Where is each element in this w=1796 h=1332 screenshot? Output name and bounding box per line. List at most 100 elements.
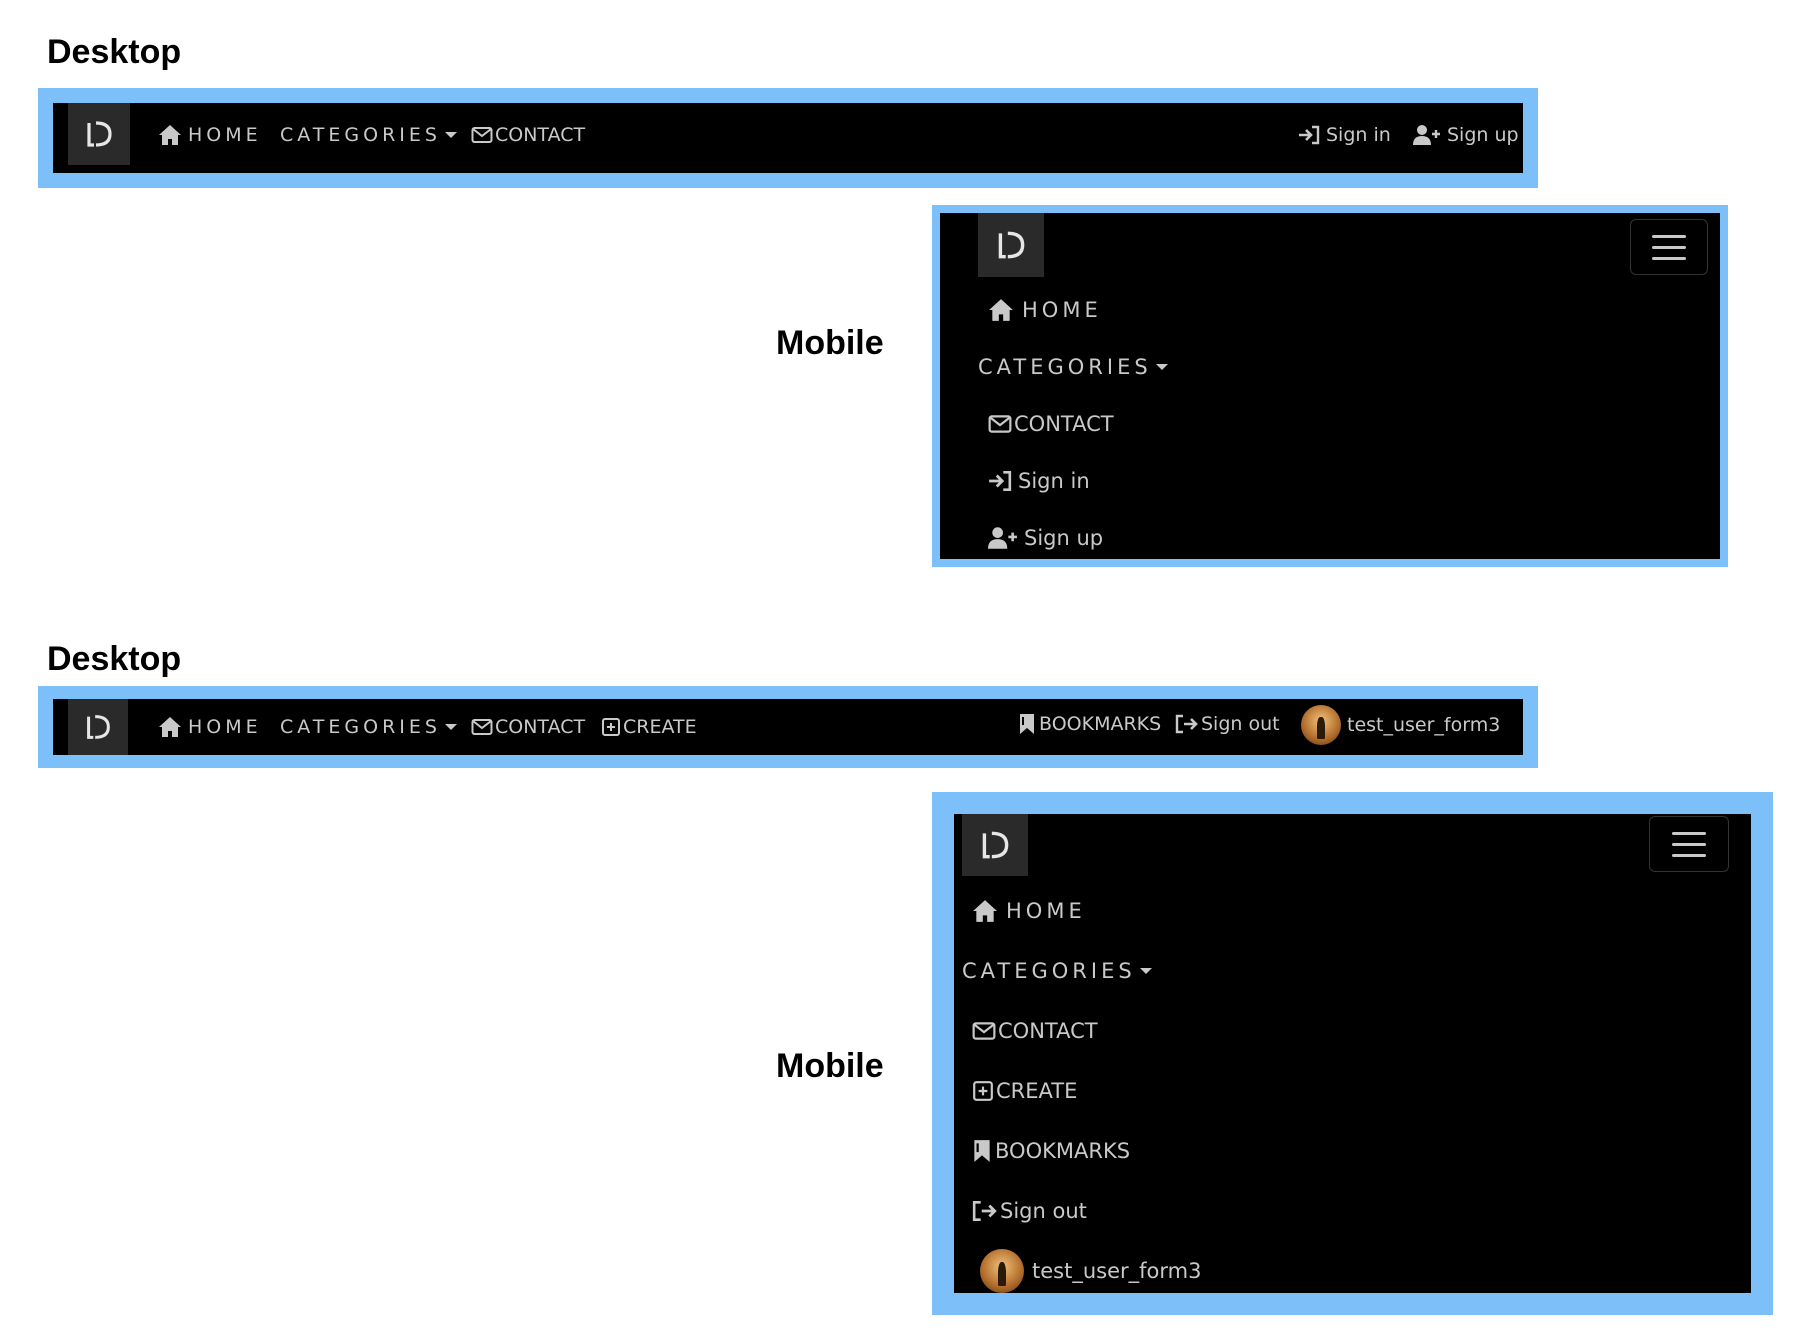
user-plus-icon [988, 527, 1017, 549]
mobile-user-frame: HOME CATEGORIES CONTACT CREATE BOOKMARKS… [932, 792, 1773, 1315]
hamburger-line [1672, 853, 1706, 857]
nav-contact[interactable]: CONTACT [471, 712, 585, 742]
hamburger-line [1652, 234, 1686, 238]
nav-categories-label: CATEGORIES [962, 959, 1136, 983]
envelope-icon [471, 719, 493, 735]
nav-contact-label: CONTACT [1014, 412, 1114, 436]
avatar [1301, 705, 1341, 745]
desktop-guest-navbar: HOME CATEGORIES CONTACT Sign in Sign up [53, 103, 1523, 173]
ld-logo-icon [982, 831, 1009, 859]
desktop-label-2: Desktop [47, 640, 182, 678]
nav-sign-up-label: Sign up [1024, 526, 1104, 550]
nav-home[interactable]: HOME [972, 894, 1086, 928]
desktop-guest-frame: HOME CATEGORIES CONTACT Sign in Sign up [38, 88, 1538, 188]
logo-button[interactable] [68, 699, 128, 755]
envelope-icon [988, 415, 1012, 433]
logo-button[interactable] [962, 814, 1028, 876]
hamburger-line [1652, 245, 1686, 249]
nav-contact[interactable]: CONTACT [988, 407, 1114, 441]
bookmark-icon [974, 1140, 990, 1162]
mobile-guest-navbar: HOME CATEGORIES CONTACT Sign in Sign up [940, 213, 1720, 559]
nav-sign-in[interactable]: Sign in [1298, 120, 1391, 150]
sign-in-icon [1299, 125, 1320, 145]
nav-sign-out-label: Sign out [1000, 1199, 1087, 1223]
nav-categories-dropdown[interactable]: CATEGORIES [280, 712, 457, 742]
envelope-icon [471, 127, 493, 143]
nav-sign-in-label: Sign in [1326, 124, 1391, 146]
nav-categories-label: CATEGORIES [280, 124, 441, 146]
mobile-label-1: Mobile [776, 324, 884, 362]
nav-username-label: test_user_form3 [1032, 1259, 1202, 1283]
home-icon [159, 717, 181, 737]
bookmark-icon [1020, 714, 1034, 734]
hamburger-line [1672, 842, 1706, 846]
nav-create[interactable]: CREATE [972, 1074, 1077, 1108]
nav-bookmarks[interactable]: BOOKMARKS [1018, 709, 1161, 739]
nav-create[interactable]: CREATE [601, 712, 697, 742]
nav-sign-up[interactable]: Sign up [1413, 120, 1519, 150]
home-icon [989, 299, 1013, 321]
envelope-icon [972, 1022, 996, 1040]
desktop-user-navbar: HOME CATEGORIES CONTACT CREATE BOOKMARKS… [53, 699, 1523, 755]
nav-sign-up[interactable]: Sign up [988, 521, 1103, 555]
hamburger-menu-button[interactable] [1649, 816, 1729, 872]
nav-home[interactable]: HOME [158, 120, 262, 150]
chevron-down-icon [1139, 968, 1152, 974]
home-icon [159, 125, 181, 145]
nav-home-label: HOME [1006, 899, 1086, 923]
nav-contact[interactable]: CONTACT [972, 1014, 1098, 1048]
nav-sign-in-label: Sign in [1018, 469, 1090, 493]
nav-sign-up-label: Sign up [1447, 124, 1519, 146]
nav-categories-label: CATEGORIES [280, 716, 441, 738]
logo-button[interactable] [68, 103, 130, 165]
nav-home-label: HOME [1022, 298, 1102, 322]
nav-contact-label: CONTACT [495, 124, 586, 146]
chevron-down-icon [444, 132, 457, 138]
nav-create-label: CREATE [623, 716, 697, 738]
hamburger-menu-button[interactable] [1630, 219, 1708, 275]
logo-button[interactable] [978, 213, 1044, 277]
nav-create-label: CREATE [996, 1079, 1078, 1103]
hamburger-line [1652, 256, 1686, 260]
nav-username-label: test_user_form3 [1347, 714, 1501, 736]
nav-home[interactable]: HOME [158, 712, 262, 742]
nav-sign-out[interactable]: Sign out [1175, 709, 1280, 739]
mobile-label-2: Mobile [776, 1047, 884, 1085]
mobile-guest-frame: HOME CATEGORIES CONTACT Sign in Sign up [932, 205, 1728, 567]
chevron-down-icon [1155, 364, 1168, 370]
nav-sign-in[interactable]: Sign in [988, 464, 1090, 498]
desktop-user-frame: HOME CATEGORIES CONTACT CREATE BOOKMARKS… [38, 686, 1538, 768]
nav-categories-dropdown[interactable]: CATEGORIES [978, 350, 1168, 384]
nav-categories-dropdown[interactable]: CATEGORIES [280, 120, 457, 150]
plus-square-icon [973, 1081, 993, 1101]
hamburger-line [1672, 831, 1706, 835]
nav-user-profile[interactable]: test_user_form3 [980, 1248, 1201, 1294]
nav-home-label: HOME [188, 716, 262, 738]
plus-square-icon [602, 718, 620, 736]
mobile-user-navbar: HOME CATEGORIES CONTACT CREATE BOOKMARKS… [954, 814, 1751, 1293]
chevron-down-icon [444, 724, 457, 730]
nav-bookmarks[interactable]: BOOKMARKS [972, 1134, 1130, 1168]
ld-logo-icon [998, 231, 1025, 259]
nav-contact-label: CONTACT [998, 1019, 1098, 1043]
sign-in-icon [989, 470, 1012, 492]
sign-out-icon [1175, 714, 1198, 734]
nav-contact-label: CONTACT [495, 716, 586, 738]
nav-categories-label: CATEGORIES [978, 355, 1152, 379]
user-plus-icon [1413, 125, 1440, 145]
nav-sign-out[interactable]: Sign out [972, 1194, 1087, 1228]
ld-logo-icon [87, 121, 112, 147]
sign-out-icon [972, 1201, 997, 1221]
nav-home[interactable]: HOME [988, 293, 1102, 327]
nav-user-profile[interactable]: test_user_form3 [1301, 704, 1500, 746]
nav-sign-out-label: Sign out [1201, 713, 1280, 735]
nav-bookmarks-label: BOOKMARKS [995, 1139, 1131, 1163]
avatar [980, 1249, 1024, 1293]
ld-logo-icon [87, 715, 110, 739]
home-icon [973, 900, 997, 922]
nav-home-label: HOME [188, 124, 262, 146]
nav-bookmarks-label: BOOKMARKS [1039, 713, 1162, 735]
nav-contact[interactable]: CONTACT [471, 120, 585, 150]
nav-categories-dropdown[interactable]: CATEGORIES [962, 954, 1152, 988]
desktop-label-1: Desktop [47, 33, 182, 71]
